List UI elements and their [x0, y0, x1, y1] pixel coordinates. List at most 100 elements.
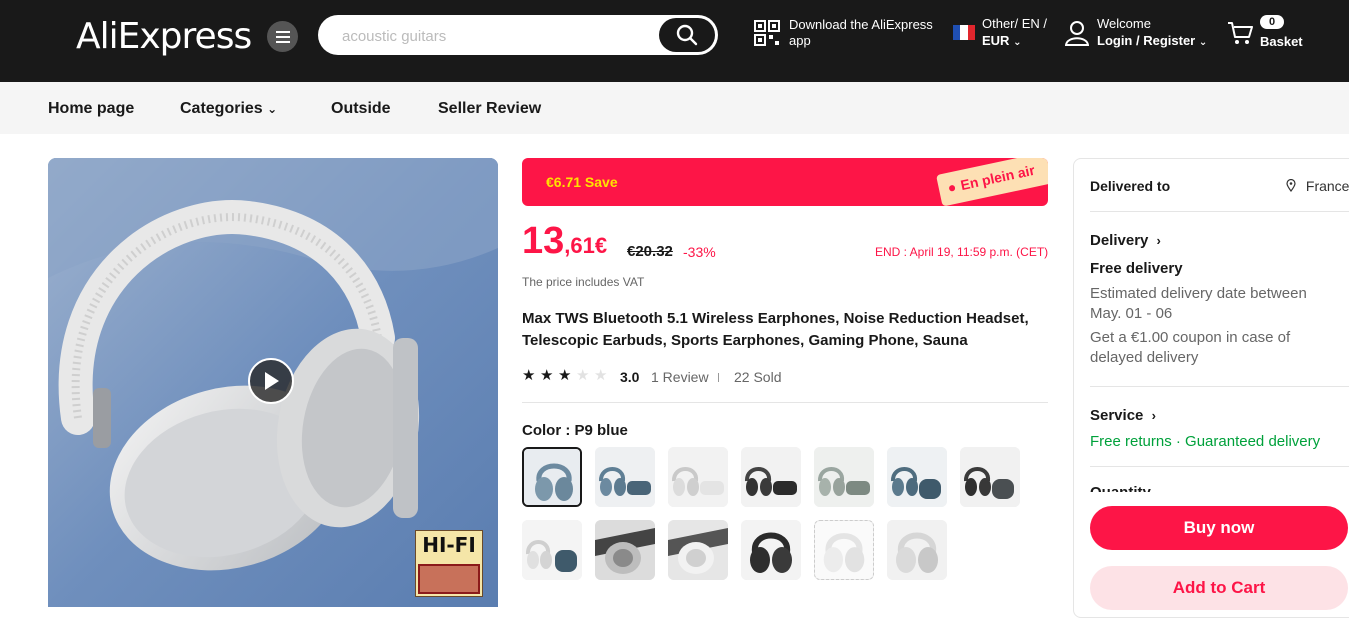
cart-icon	[1228, 22, 1253, 44]
swatch-image	[814, 447, 874, 507]
search-box	[318, 15, 718, 55]
swatch-image	[887, 520, 947, 580]
star-empty-icon: ★	[594, 367, 608, 384]
country-name: France	[1305, 178, 1349, 194]
store-nav: Home page Categories ⌄ Outside Seller Re…	[0, 82, 1349, 134]
chevron-down-icon: ⌄	[267, 102, 278, 116]
app-download-link[interactable]: Download the AliExpress app	[754, 17, 939, 49]
chevron-down-icon: ⌄	[1013, 37, 1022, 48]
nav-categories-label: Categories	[180, 100, 263, 117]
france-flag-icon	[953, 25, 975, 40]
nav-outside[interactable]: Outside	[331, 100, 391, 118]
price-cents: ,61€	[564, 233, 608, 258]
add-to-cart-button[interactable]: Add to Cart	[1090, 566, 1348, 610]
menu-button[interactable]	[267, 21, 298, 52]
aliexpress-logo[interactable]: AliExpress	[76, 14, 252, 60]
discount-percent: -33%	[683, 244, 716, 260]
vat-note: The price includes VAT	[522, 275, 645, 289]
swatch-image	[668, 520, 728, 580]
guaranteed-delivery: Guaranteed delivery	[1185, 433, 1321, 450]
search-input[interactable]	[340, 23, 644, 49]
color-swatch[interactable]	[595, 520, 655, 580]
hamburger-icon	[275, 30, 290, 43]
promo-tag: En plein air	[936, 158, 1048, 206]
original-price: €20.32	[627, 243, 673, 260]
delivery-coupon-note: Get a €1.00 coupon in case of delayed de…	[1090, 329, 1291, 366]
price-integer: 13	[522, 220, 565, 262]
search-icon	[676, 24, 698, 46]
promo-banner: €6.71 Save En plein air	[522, 158, 1048, 206]
delivery-estimate: Estimated delivery date between May. 01 …	[1090, 285, 1307, 322]
service-section-link[interactable]: Service ›	[1090, 407, 1156, 424]
color-swatch[interactable]	[522, 520, 582, 580]
welcome-text: Welcome	[1097, 16, 1151, 31]
play-icon	[265, 372, 279, 390]
color-swatch[interactable]	[960, 447, 1020, 507]
nav-seller-review[interactable]: Seller Review	[438, 100, 541, 118]
reviews-link[interactable]: 1 Review	[651, 369, 709, 385]
rating-score: 3.0	[620, 369, 640, 385]
swatch-image	[815, 521, 873, 579]
color-swatch[interactable]	[887, 447, 947, 507]
hifi-text: HI-FI	[422, 533, 476, 557]
app-download-text: Download the AliExpress app	[789, 17, 933, 48]
sold-count: 22 Sold	[734, 369, 782, 385]
swatch-image	[960, 447, 1020, 507]
swatch-image	[595, 447, 655, 507]
quantity-label: Quantity	[1090, 484, 1151, 492]
product-image-gallery[interactable]: HI-FI	[48, 158, 498, 607]
color-swatch[interactable]	[887, 520, 947, 580]
price-block: 13,61€ €20.32 -33%	[522, 220, 716, 263]
currency-text: EUR	[982, 33, 1010, 48]
delivery-title: Delivery	[1090, 232, 1149, 249]
chevron-right-icon: ›	[1151, 408, 1156, 423]
delivered-to-label: Delivered to	[1090, 178, 1171, 194]
color-swatch[interactable]	[668, 447, 728, 507]
color-swatch[interactable]	[741, 447, 801, 507]
service-features: Free returns · Guaranteed delivery	[1090, 433, 1321, 450]
star-rating: ★ ★ ★ ★ ★	[522, 368, 612, 384]
swatch-image	[522, 520, 582, 580]
purchase-panel: Delivered to France Delivery › Free deli…	[1073, 158, 1349, 618]
search-button[interactable]	[659, 18, 715, 52]
nav-home-page[interactable]: Home page	[48, 100, 134, 118]
buy-now-button[interactable]: Buy now	[1090, 506, 1348, 550]
login-register-link[interactable]: Login / Register	[1097, 33, 1195, 48]
star-filled-icon: ★	[522, 367, 536, 384]
color-label: Color : P9 blue	[522, 422, 628, 439]
play-video-button[interactable]	[248, 358, 294, 404]
hifi-badge: HI-FI	[415, 530, 483, 597]
free-delivery: Free delivery	[1090, 260, 1183, 277]
star-filled-icon: ★	[558, 367, 572, 384]
qr-code-icon	[754, 20, 780, 46]
color-swatch[interactable]	[522, 447, 582, 507]
swatch-image	[595, 520, 655, 580]
chevron-right-icon: ›	[1156, 233, 1161, 248]
star-empty-icon: ★	[576, 367, 590, 384]
swatch-image	[741, 520, 801, 580]
chevron-down-icon: ⌄	[1198, 37, 1208, 48]
divider	[522, 402, 1048, 403]
user-icon	[1065, 21, 1089, 46]
color-swatch[interactable]	[595, 447, 655, 507]
color-swatch[interactable]	[668, 520, 728, 580]
swatch-image	[741, 447, 801, 507]
delivery-section-link[interactable]: Delivery ›	[1090, 232, 1161, 249]
free-returns: Free returns	[1090, 433, 1172, 450]
delivery-location[interactable]: France	[1286, 178, 1349, 194]
swatch-image	[668, 447, 728, 507]
cart-label: Basket	[1260, 34, 1303, 49]
promo-tag-text: En plein air	[959, 161, 1037, 194]
service-title: Service	[1090, 407, 1144, 424]
swatch-image	[887, 447, 947, 507]
promo-end-time: END : April 19, 11:59 p.m. (CET)	[875, 245, 1049, 259]
swatch-image	[524, 449, 580, 505]
product-title: Max TWS Bluetooth 5.1 Wireless Earphones…	[522, 310, 1029, 349]
color-swatch[interactable]	[814, 447, 874, 507]
nav-categories[interactable]: Categories ⌄	[180, 100, 277, 118]
color-swatch[interactable]	[741, 520, 801, 580]
star-filled-icon: ★	[540, 367, 554, 384]
color-swatch[interactable]	[814, 520, 874, 580]
save-amount: €6.71 Save	[546, 174, 618, 190]
language-text: Other/ EN /	[982, 16, 1048, 31]
